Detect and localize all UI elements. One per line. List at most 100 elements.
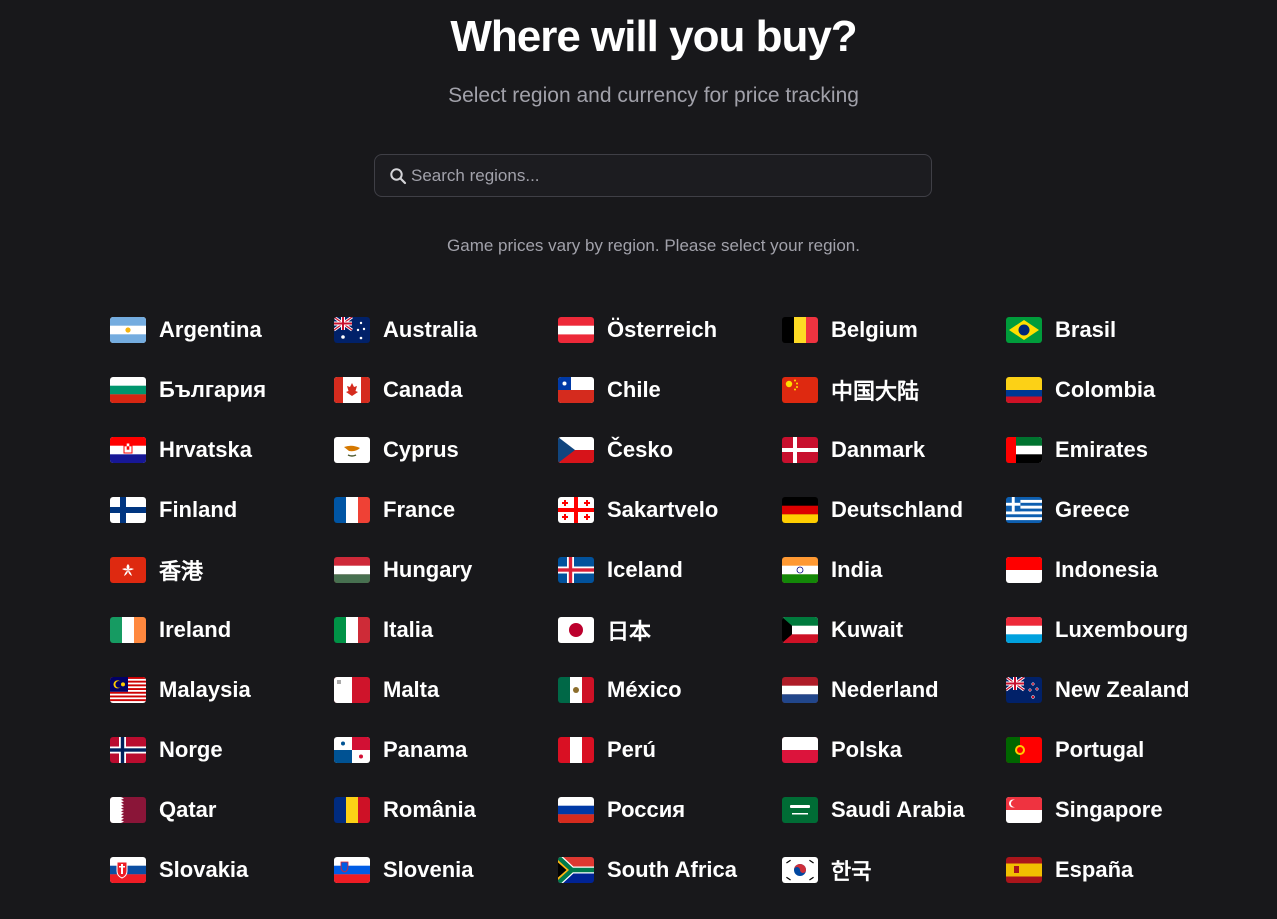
- flag-ge-icon: [558, 497, 594, 523]
- flag-fi-icon: [110, 497, 146, 523]
- region-name: Argentina: [159, 317, 262, 342]
- region-option[interactable]: Kuwait: [782, 600, 1006, 660]
- region-name: Emirates: [1055, 437, 1148, 462]
- region-option[interactable]: France: [334, 480, 558, 540]
- region-name: Malta: [383, 677, 440, 702]
- flag-cn-icon: [782, 377, 818, 403]
- flag-bg-icon: [110, 377, 146, 403]
- region-name: Slovakia: [159, 857, 249, 882]
- region-option[interactable]: New Zealand: [1006, 660, 1230, 720]
- region-option[interactable]: Hungary: [334, 540, 558, 600]
- flag-co-icon: [1006, 377, 1042, 403]
- region-option[interactable]: Australia: [334, 300, 558, 360]
- flag-mx-icon: [558, 677, 594, 703]
- flag-at-icon: [558, 317, 594, 343]
- region-name: Danmark: [831, 437, 926, 462]
- region-option[interactable]: México: [558, 660, 782, 720]
- flag-dk-icon: [782, 437, 818, 463]
- region-option[interactable]: Saudi Arabia: [782, 780, 1006, 840]
- region-option[interactable]: Malaysia: [110, 660, 334, 720]
- flag-sa-icon: [782, 797, 818, 823]
- region-option[interactable]: Finland: [110, 480, 334, 540]
- region-option[interactable]: Perú: [558, 720, 782, 780]
- flag-qa-icon: [110, 797, 146, 823]
- flag-in-icon: [782, 557, 818, 583]
- page-subtitle: Select region and currency for price tra…: [448, 84, 859, 107]
- region-option[interactable]: 中国大陆: [782, 360, 1006, 420]
- region-option[interactable]: India: [782, 540, 1006, 600]
- region-option[interactable]: España: [1006, 840, 1230, 900]
- region-option[interactable]: Portugal: [1006, 720, 1230, 780]
- region-name: Cyprus: [383, 437, 459, 462]
- region-name: Polska: [831, 737, 902, 762]
- region-option[interactable]: Deutschland: [782, 480, 1006, 540]
- region-option[interactable]: Österreich: [558, 300, 782, 360]
- region-option[interactable]: South Africa: [558, 840, 782, 900]
- region-option[interactable]: Hrvatska: [110, 420, 334, 480]
- flag-ru-icon: [558, 797, 594, 823]
- region-option[interactable]: Sakartvelo: [558, 480, 782, 540]
- region-name: New Zealand: [1055, 677, 1190, 702]
- region-option[interactable]: Greece: [1006, 480, 1230, 540]
- region-name: Belgium: [831, 317, 918, 342]
- region-name: Australia: [383, 317, 478, 342]
- region-option[interactable]: Emirates: [1006, 420, 1230, 480]
- region-option[interactable]: 日本: [558, 600, 782, 660]
- flag-ie-icon: [110, 617, 146, 643]
- flag-my-icon: [110, 677, 146, 703]
- region-option[interactable]: Россия: [558, 780, 782, 840]
- region-option[interactable]: Iceland: [558, 540, 782, 600]
- region-name: Norge: [159, 737, 223, 762]
- region-option[interactable]: Brasil: [1006, 300, 1230, 360]
- flag-ro-icon: [334, 797, 370, 823]
- flag-nz-icon: [1006, 677, 1042, 703]
- region-notice: Game prices vary by region. Please selec…: [447, 236, 860, 255]
- region-option[interactable]: Singapore: [1006, 780, 1230, 840]
- flag-id-icon: [1006, 557, 1042, 583]
- region-option[interactable]: Panama: [334, 720, 558, 780]
- region-name: Россия: [607, 797, 686, 822]
- region-name: Kuwait: [831, 617, 904, 642]
- region-name: Canada: [383, 377, 463, 402]
- region-option[interactable]: 한국: [782, 840, 1006, 900]
- flag-pe-icon: [558, 737, 594, 763]
- flag-au-icon: [334, 317, 370, 343]
- region-option[interactable]: Malta: [334, 660, 558, 720]
- region-option[interactable]: Colombia: [1006, 360, 1230, 420]
- search-box[interactable]: [374, 154, 932, 197]
- region-option[interactable]: România: [334, 780, 558, 840]
- region-option[interactable]: Qatar: [110, 780, 334, 840]
- region-option[interactable]: Slovenia: [334, 840, 558, 900]
- region-option[interactable]: България: [110, 360, 334, 420]
- region-option[interactable]: Argentina: [110, 300, 334, 360]
- region-name: Sakartvelo: [607, 497, 719, 522]
- region-option[interactable]: Slovakia: [110, 840, 334, 900]
- region-option[interactable]: Italia: [334, 600, 558, 660]
- region-option[interactable]: Danmark: [782, 420, 1006, 480]
- region-name: Nederland: [831, 677, 939, 702]
- region-option[interactable]: Belgium: [782, 300, 1006, 360]
- region-name: Singapore: [1055, 797, 1163, 822]
- flag-be-icon: [782, 317, 818, 343]
- region-name: Greece: [1055, 497, 1130, 522]
- region-name: Perú: [607, 737, 656, 762]
- region-option[interactable]: Polska: [782, 720, 1006, 780]
- flag-cz-icon: [558, 437, 594, 463]
- region-option[interactable]: Ireland: [110, 600, 334, 660]
- flag-pa-icon: [334, 737, 370, 763]
- region-option[interactable]: Indonesia: [1006, 540, 1230, 600]
- region-option[interactable]: Nederland: [782, 660, 1006, 720]
- region-name: България: [159, 377, 267, 402]
- region-name: 香港: [159, 559, 204, 584]
- region-option[interactable]: Luxembourg: [1006, 600, 1230, 660]
- region-option[interactable]: Canada: [334, 360, 558, 420]
- region-option[interactable]: 香港: [110, 540, 334, 600]
- region-option[interactable]: Norge: [110, 720, 334, 780]
- region-name: 中国大陆: [831, 379, 920, 404]
- region-option[interactable]: Česko: [558, 420, 782, 480]
- region-name: 한국: [831, 859, 872, 884]
- region-option[interactable]: Chile: [558, 360, 782, 420]
- search-input[interactable]: [411, 155, 931, 196]
- flag-mt-icon: [334, 677, 370, 703]
- region-option[interactable]: Cyprus: [334, 420, 558, 480]
